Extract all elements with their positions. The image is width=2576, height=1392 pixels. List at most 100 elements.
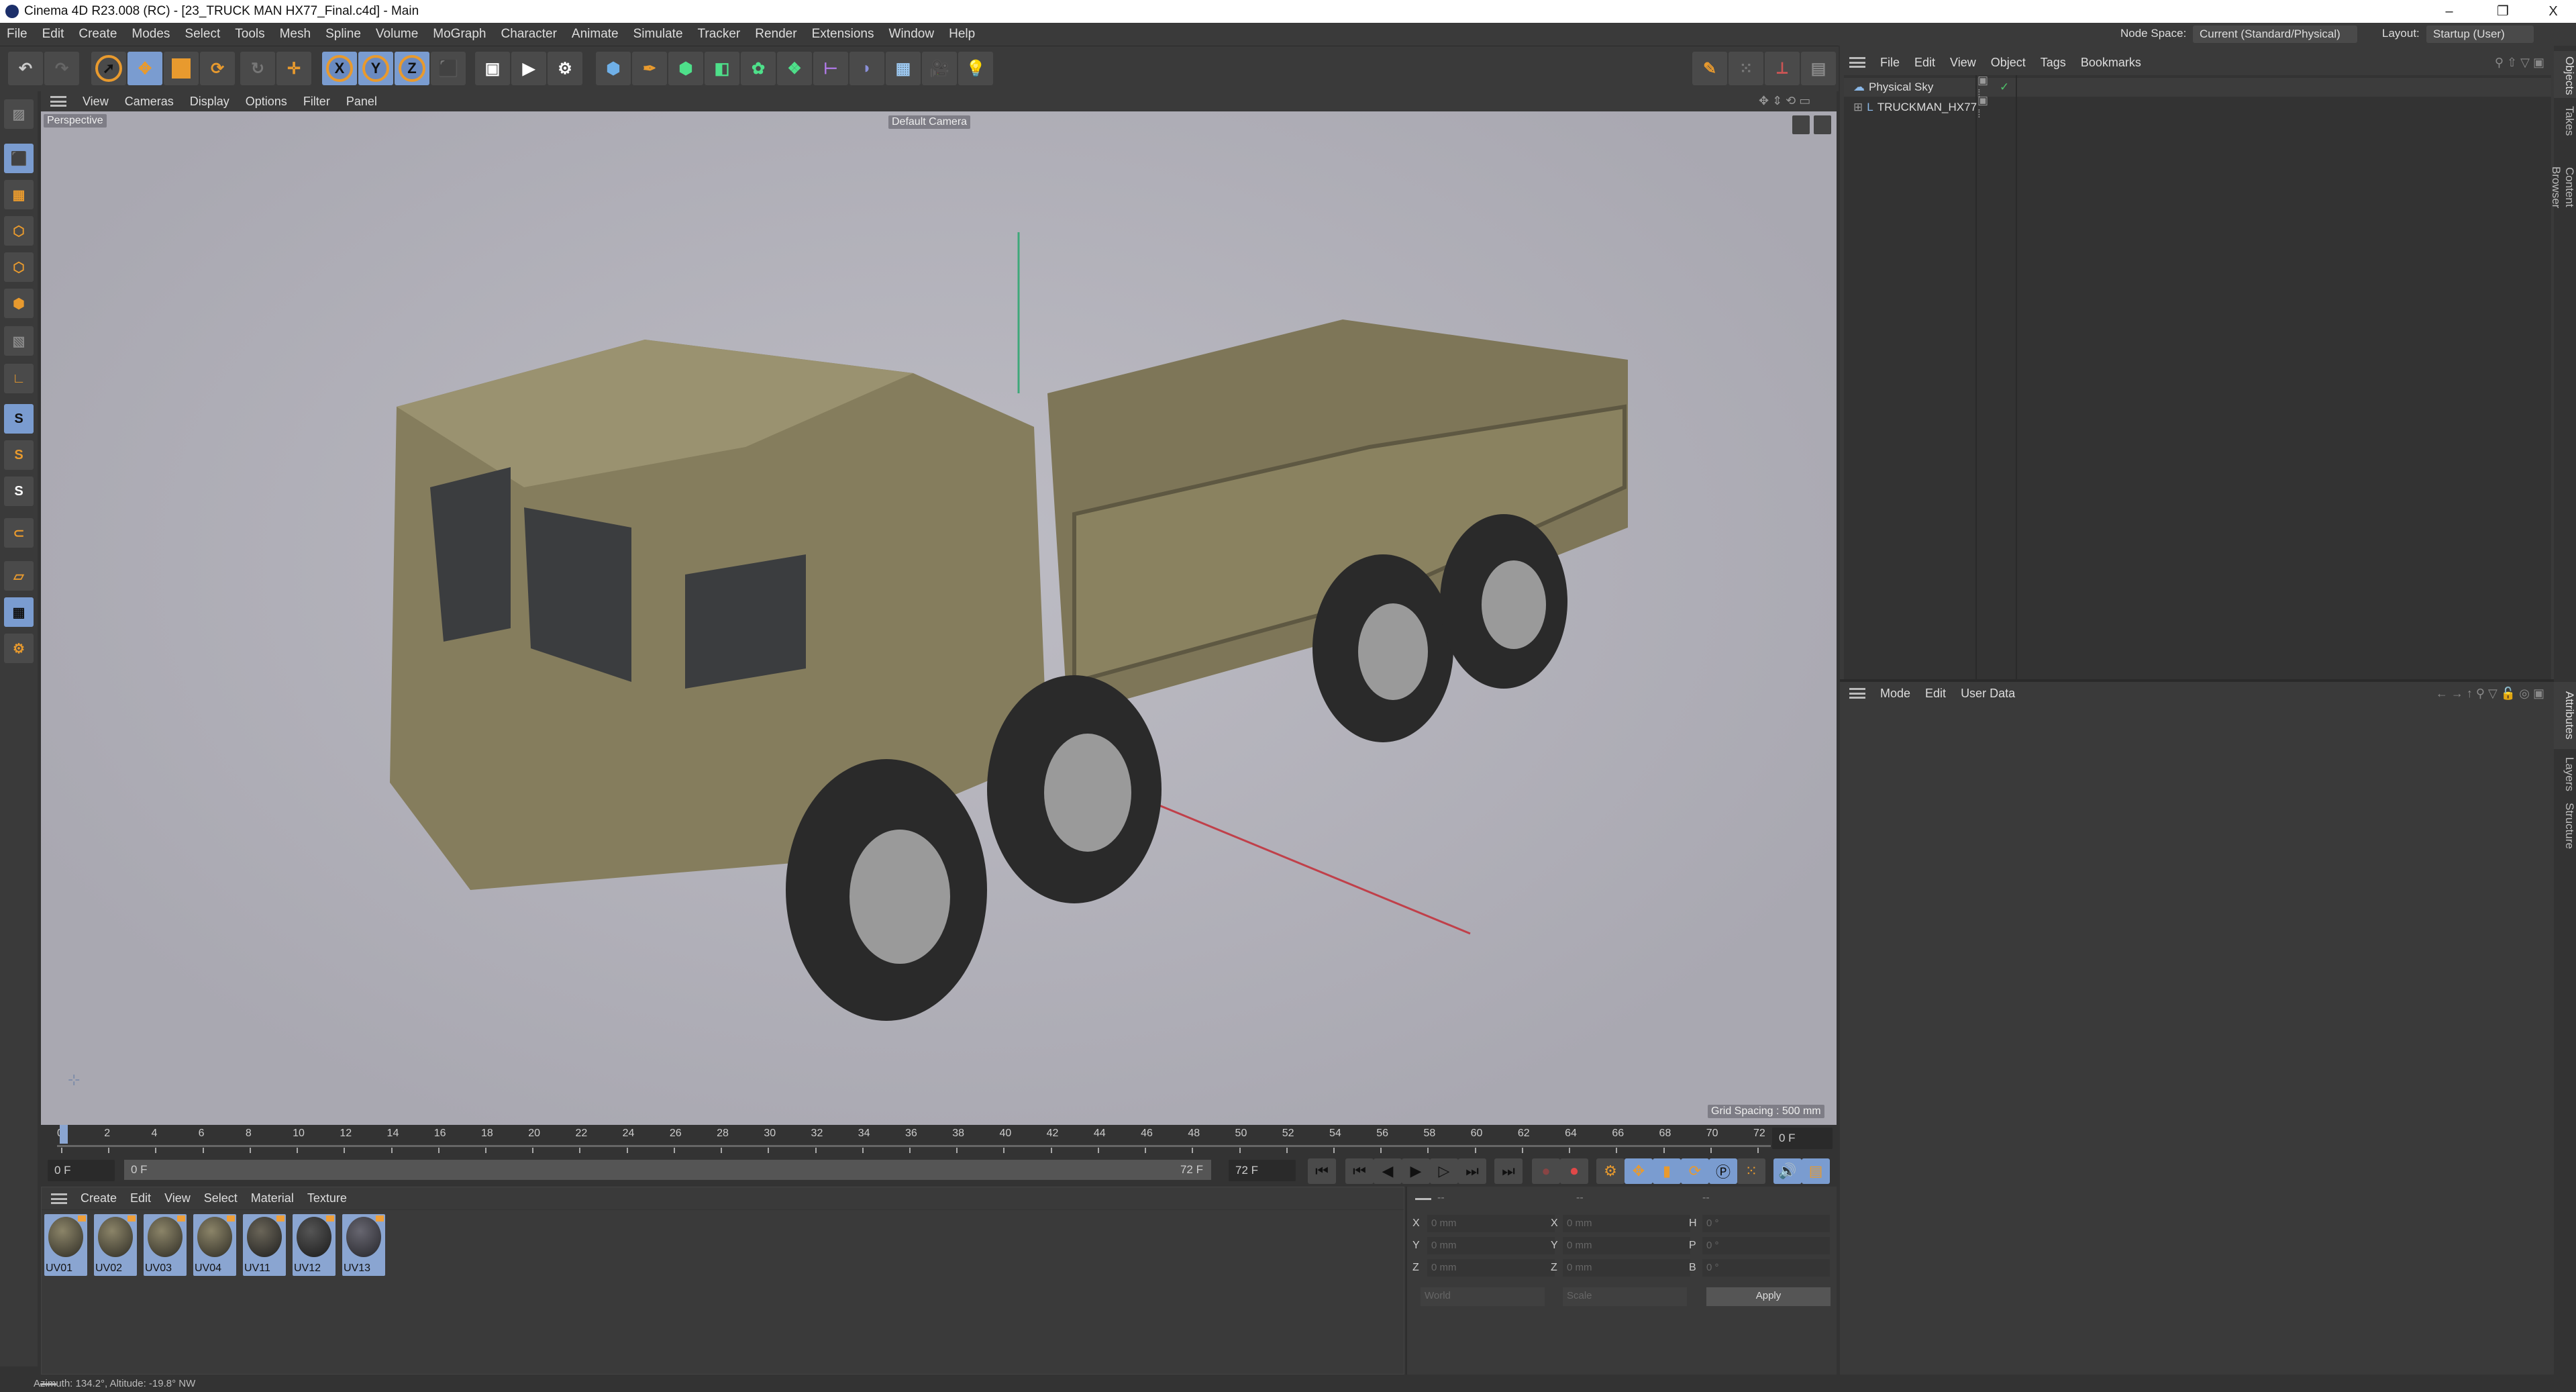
close-button[interactable]: X xyxy=(2533,0,2573,23)
menu-modes[interactable]: Modes xyxy=(132,27,170,42)
extrude-button[interactable]: ◧ xyxy=(705,52,739,85)
workplane-button[interactable]: ▱ xyxy=(4,561,34,591)
undo-button[interactable]: ↶ xyxy=(8,52,43,85)
menu-mograph[interactable]: MoGraph xyxy=(433,27,486,42)
redo-button[interactable]: ↷ xyxy=(44,52,79,85)
coord-value-field[interactable]: 0 mm xyxy=(1563,1215,1690,1232)
objects-menu-bookmarks[interactable]: Bookmarks xyxy=(2081,56,2141,70)
next-frame-button[interactable]: ▷ xyxy=(1430,1158,1458,1184)
menu-tools[interactable]: Tools xyxy=(235,27,264,42)
subdivision-button[interactable]: ⬢ xyxy=(668,52,703,85)
rotate-tool-button[interactable]: ⟳ xyxy=(200,52,235,85)
next-key-button[interactable]: ⏭ xyxy=(1458,1158,1486,1184)
menu-mesh[interactable]: Mesh xyxy=(280,27,311,42)
viewport-menu-display[interactable]: Display xyxy=(190,95,229,109)
sound-button[interactable]: 🔊 xyxy=(1773,1158,1802,1184)
go-to-start-button[interactable]: ⏮ xyxy=(1308,1158,1336,1184)
material-swatch[interactable]: UV04 xyxy=(193,1214,236,1276)
end-frame-field[interactable]: 72 F xyxy=(1229,1160,1296,1181)
material-swatch[interactable]: UV13 xyxy=(342,1214,385,1276)
cube-button[interactable]: ⬢ xyxy=(596,52,631,85)
viewport-menu-view[interactable]: View xyxy=(83,95,109,109)
move-tool-button[interactable]: ✥ xyxy=(127,52,162,85)
attributes-menu-edit[interactable]: Edit xyxy=(1925,687,1946,701)
viewport-menu-panel[interactable]: Panel xyxy=(346,95,377,109)
model-mode-button[interactable]: ⬛ xyxy=(4,144,34,173)
coord-value-field[interactable]: 0 mm xyxy=(1427,1259,1555,1277)
menu-window[interactable]: Window xyxy=(889,27,935,42)
menu-create[interactable]: Create xyxy=(79,27,117,42)
menu-tracker[interactable]: Tracker xyxy=(698,27,741,42)
render-settings-button[interactable]: ⚙ xyxy=(548,52,582,85)
polygons-mode-button[interactable]: ⬢ xyxy=(4,289,34,318)
psr-button[interactable]: ↻ xyxy=(240,52,275,85)
uv-mode-button[interactable]: ▧ xyxy=(4,326,34,356)
previous-key-button[interactable]: ⏮ xyxy=(1345,1158,1374,1184)
node-space-dropdown[interactable]: Current (Standard/Physical) xyxy=(2193,26,2357,43)
frame-range-slider[interactable]: 0 F 72 F xyxy=(124,1160,1211,1180)
menu-spline[interactable]: Spline xyxy=(325,27,361,42)
camera-button[interactable]: 🎥 xyxy=(922,52,957,85)
menu-edit[interactable]: Edit xyxy=(42,27,64,42)
floor-button[interactable]: ▦ xyxy=(886,52,921,85)
3d-viewport[interactable]: Perspective Default Camera Grid Spacing … xyxy=(41,111,1837,1125)
attribute-nav-icons[interactable]: ← → ↑ ⚲ ▽ 🔓 ◎ ▣ xyxy=(2436,687,2544,701)
coord-value-field[interactable]: 0 mm xyxy=(1563,1259,1690,1277)
record-keys-button[interactable]: ● xyxy=(1532,1158,1560,1184)
coord-value-field[interactable]: 0 ° xyxy=(1702,1237,1830,1254)
attributes-menu-mode[interactable]: Mode xyxy=(1880,687,1910,701)
visibility-dots-icon[interactable]: ▣ ⁞ xyxy=(1977,94,1988,121)
tab-layers[interactable]: Layers xyxy=(2554,752,2576,795)
playhead-handle[interactable] xyxy=(60,1125,68,1144)
sculpt-button[interactable]: ✎ xyxy=(1692,52,1727,85)
hamburger-menu-icon[interactable] xyxy=(51,1193,67,1204)
material-menu-texture[interactable]: Texture xyxy=(307,1191,347,1205)
scale-tool-button[interactable] xyxy=(164,52,199,85)
coord-value-field[interactable]: 0 mm xyxy=(1563,1237,1690,1254)
y-axis-button[interactable]: Y xyxy=(358,52,393,85)
light-button[interactable]: 💡 xyxy=(958,52,993,85)
hamburger-menu-icon[interactable] xyxy=(1849,57,1865,68)
material-swatch[interactable]: UV01 xyxy=(44,1214,87,1276)
snap-toggle-1[interactable]: S xyxy=(4,404,34,434)
objects-menu-view[interactable]: View xyxy=(1950,56,1976,70)
key-scale-button[interactable]: ▮ xyxy=(1653,1158,1681,1184)
objects-menu-tags[interactable]: Tags xyxy=(2041,56,2066,70)
mograph-cloner-button[interactable]: ✿ xyxy=(741,52,776,85)
coord-value-field[interactable]: 0 ° xyxy=(1702,1259,1830,1277)
snap-button[interactable]: ▤ xyxy=(1801,52,1836,85)
menu-volume[interactable]: Volume xyxy=(376,27,418,42)
make-editable-button[interactable]: ▨ xyxy=(4,99,34,129)
objects-menu-edit[interactable]: Edit xyxy=(1914,56,1935,70)
quantize-button[interactable]: ⚙ xyxy=(4,634,34,663)
coord-value-field[interactable]: 0 ° xyxy=(1702,1215,1830,1232)
keyframe-selection-button[interactable]: ⚙ xyxy=(1596,1158,1625,1184)
select-tool-button[interactable]: ➚ xyxy=(91,52,126,85)
timeline-ruler[interactable]: 0246810121416182022242628303234363840424… xyxy=(41,1125,1837,1154)
expand-plus-icon[interactable]: ⊞ xyxy=(1853,101,1863,114)
enabled-check-icon[interactable]: ✓ xyxy=(2000,81,2009,94)
apply-button[interactable]: Apply xyxy=(1706,1287,1831,1306)
go-to-end-button[interactable]: ⏭ xyxy=(1494,1158,1523,1184)
hamburger-menu-icon[interactable] xyxy=(1849,688,1865,699)
coord-value-field[interactable]: 0 mm xyxy=(1427,1215,1555,1232)
objects-menu-object[interactable]: Object xyxy=(1991,56,2026,70)
uv-grid-button[interactable]: ⁙ xyxy=(1729,52,1763,85)
coordinate-mode-dropdown[interactable]: Scale xyxy=(1563,1287,1687,1306)
x-axis-handle[interactable] xyxy=(1152,801,1471,935)
key-position-button[interactable]: ✥ xyxy=(1625,1158,1653,1184)
field-button[interactable]: ◗ xyxy=(849,52,884,85)
tab-structure[interactable]: Structure xyxy=(2554,797,2576,851)
material-swatch[interactable]: UV03 xyxy=(144,1214,187,1276)
maximize-button[interactable]: ❐ xyxy=(2483,0,2523,23)
objects-menu-file[interactable]: File xyxy=(1880,56,1900,70)
object-item-truckman[interactable]: ⊞ L TRUCKMAN_HX77 ▣ ⁞ xyxy=(1853,94,1988,120)
material-menu-material[interactable]: Material xyxy=(251,1191,294,1205)
menu-render[interactable]: Render xyxy=(755,27,796,42)
grid-snap-button[interactable]: ▦ xyxy=(4,597,34,627)
pen-spline-button[interactable]: ✒ xyxy=(632,52,667,85)
viewport-menu-options[interactable]: Options xyxy=(246,95,287,109)
object-item-physical-sky[interactable]: ☁ Physical Sky ▣ ⁞ ✓ xyxy=(1853,74,2009,100)
material-swatch[interactable]: UV12 xyxy=(293,1214,336,1276)
material-menu-view[interactable]: View xyxy=(164,1191,191,1205)
